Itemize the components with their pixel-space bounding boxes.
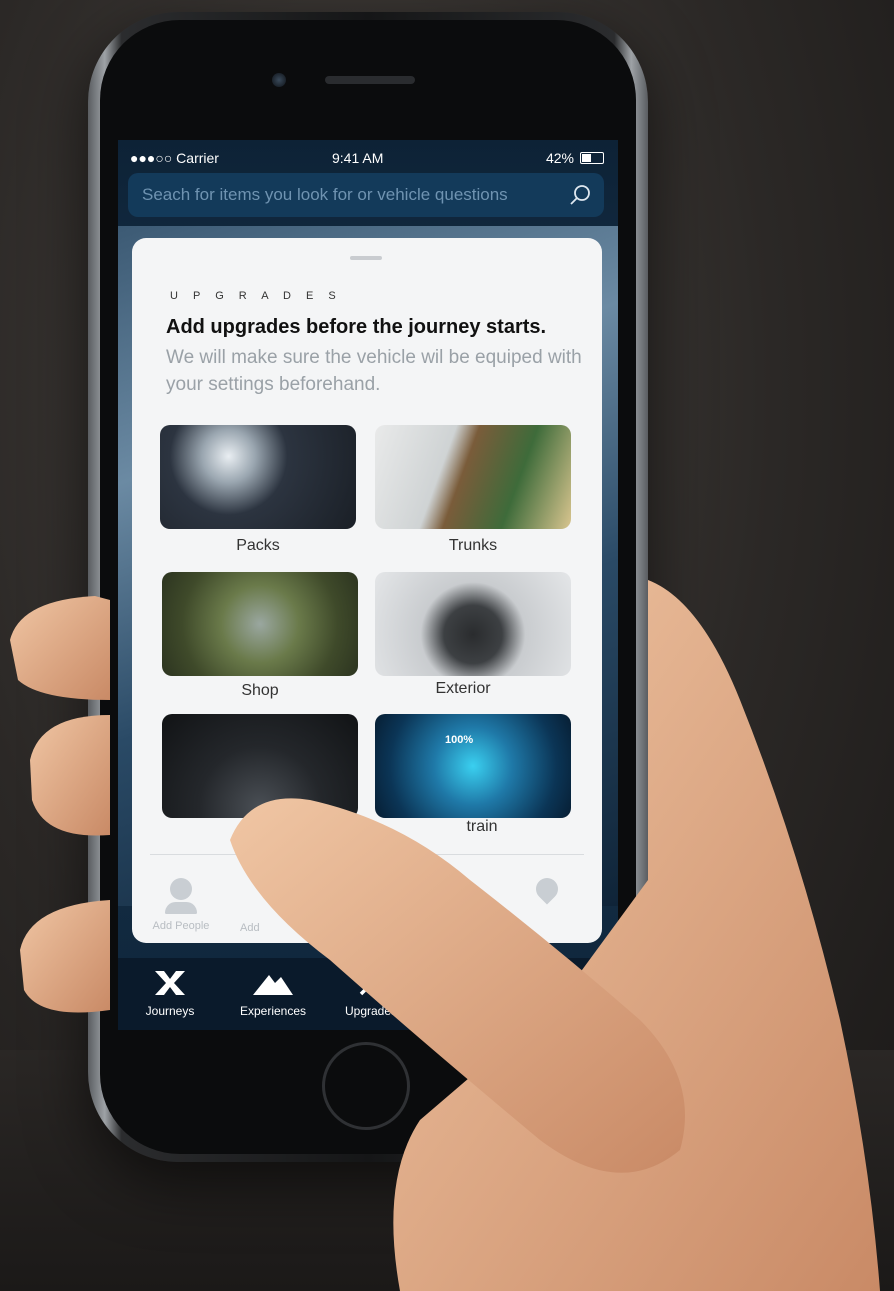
mountain-icon (253, 975, 293, 995)
person-icon (170, 878, 192, 900)
battery-percent: 42% (545, 150, 574, 166)
tile-powertrain[interactable]: 100% (375, 714, 571, 818)
earpiece-speaker (325, 76, 415, 84)
tile-trunks[interactable] (375, 425, 571, 529)
tile-cockpit[interactable] (162, 714, 358, 818)
location-pin-icon[interactable] (531, 873, 563, 905)
tab-experiences-label: Experiences (239, 1004, 307, 1018)
battery-icon (580, 152, 604, 164)
tile-trunks-label[interactable]: Trunks (375, 537, 571, 555)
sheet-subtitle: We will make sure the vehicle wil be equ… (166, 347, 582, 395)
add-people-button[interactable]: Add People (146, 878, 216, 932)
divider (150, 854, 584, 855)
tile-packs[interactable] (160, 425, 356, 529)
home-button[interactable] (322, 1042, 410, 1130)
battery-badge: 100% (445, 734, 474, 746)
sheet-grabber[interactable] (350, 256, 382, 260)
search-icon[interactable] (568, 183, 592, 207)
battery-status: 42% (546, 150, 604, 166)
status-bar: ●●●○○ Carrier 9:41 AM 42% (118, 140, 618, 176)
app-screen: ●●●○○ Carrier 9:41 AM 42% Seach for item… (118, 140, 618, 1030)
section-eyebrow: U P G R A D E S (170, 290, 342, 302)
tile-shop-label[interactable]: Shop (162, 682, 358, 700)
search-bar[interactable]: Seach for items you look for or vehicle … (128, 173, 604, 217)
tab-journeys[interactable]: Journeys (130, 968, 210, 1018)
tab-bar: Journeys Experiences Upgrades (118, 958, 618, 1030)
tile-packs-label[interactable]: Packs (160, 537, 356, 555)
tile-exterior-label[interactable]: Exterior (365, 680, 561, 698)
tile-powertrain-label[interactable]: train (432, 818, 532, 836)
clock: 9:41 AM (332, 150, 384, 166)
tile-exterior[interactable] (375, 572, 571, 676)
tab-experiences[interactable]: Experiences (233, 968, 313, 1018)
search-placeholder[interactable]: Seach for items you look for or vehicle … (142, 185, 508, 205)
front-camera (272, 73, 286, 87)
x-logo-icon (155, 971, 185, 995)
tab-upgrades-label: Upgrades (344, 1004, 398, 1018)
add-people-label: Add People (152, 920, 210, 932)
add-action-label[interactable]: Add (240, 922, 260, 934)
tab-upgrades[interactable]: Upgrades (331, 968, 411, 1018)
sheet-title: Add upgrades before the journey starts. (166, 316, 547, 338)
carrier-label: ●●●○○ Carrier (130, 150, 219, 166)
double-chevron-up-icon (359, 970, 383, 996)
tab-journeys-label: Journeys (145, 1004, 195, 1018)
upgrades-sheet: U P G R A D E S Add upgrades before the … (132, 238, 602, 943)
person-body-icon (165, 902, 197, 914)
tile-shop[interactable] (162, 572, 358, 676)
